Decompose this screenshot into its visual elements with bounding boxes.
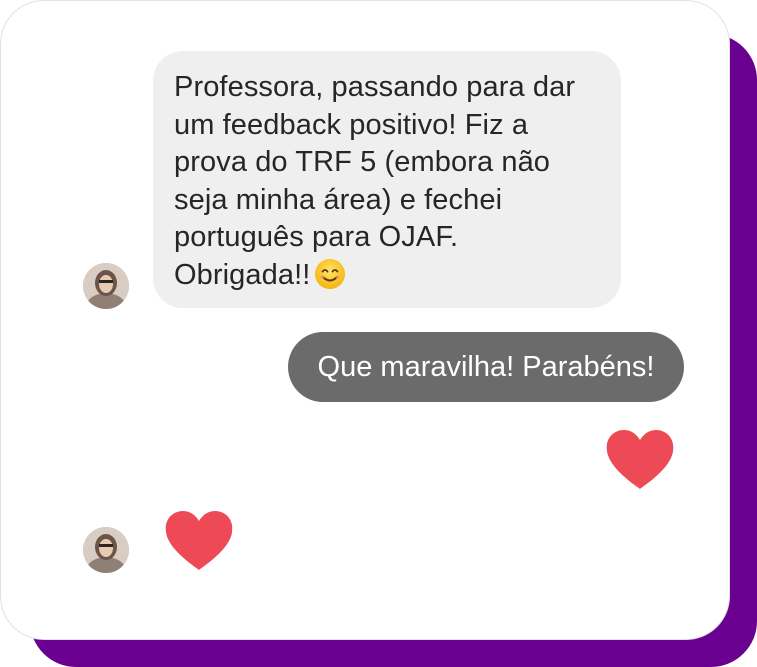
- message-last-line: Obrigada!!: [174, 257, 599, 295]
- chat-screenshot: Professora, passando para dar um feedbac…: [0, 0, 757, 667]
- sender-avatar[interactable]: [83, 527, 129, 573]
- message-line: Obrigada!!: [174, 258, 311, 291]
- message-line: um feedback positivo! Fiz a: [174, 108, 529, 141]
- message-line: português para OJAF.: [174, 221, 459, 253]
- message-line: prova do TRF 5 (embora não: [174, 146, 551, 178]
- sender-avatar[interactable]: [83, 263, 129, 309]
- message-line: seja minha área) e fechei: [174, 183, 503, 216]
- heart-icon[interactable]: [605, 429, 675, 491]
- avatar-photo-icon: [83, 263, 129, 309]
- avatar-photo-icon: [83, 527, 129, 573]
- outgoing-message-bubble[interactable]: Que maravilha! Parabéns!: [288, 332, 684, 402]
- message-line: Professora, passando para dar: [174, 71, 576, 103]
- chat-card: Professora, passando para dar um feedbac…: [0, 0, 730, 640]
- heart-icon[interactable]: [164, 510, 234, 572]
- smiling-face-icon: [315, 258, 346, 289]
- incoming-message-bubble[interactable]: Professora, passando para dar um feedbac…: [153, 51, 621, 308]
